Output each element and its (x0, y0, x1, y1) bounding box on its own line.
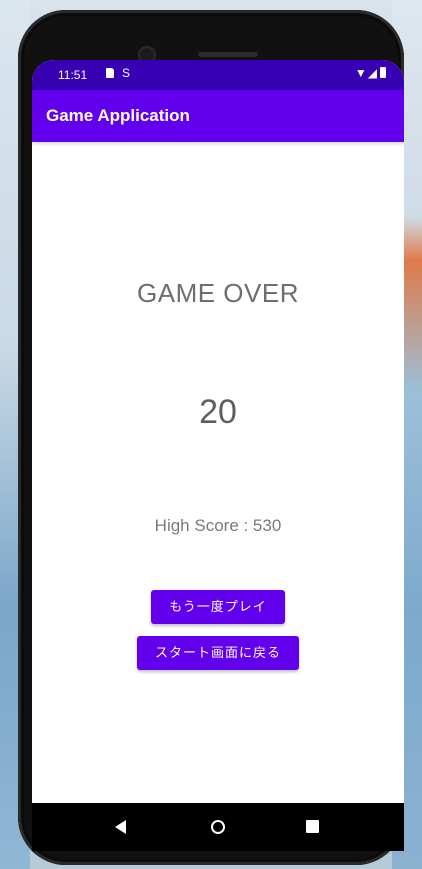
battery-icon (380, 67, 386, 78)
score-value: 20 (199, 393, 237, 431)
back-icon[interactable] (115, 820, 126, 834)
back-to-start-button[interactable]: スタート画面に戻る (137, 636, 299, 670)
sync-icon: S (122, 66, 131, 80)
status-right-icons: ▼◢ (355, 66, 386, 80)
game-over-label: GAME OVER (137, 278, 299, 308)
replay-button[interactable]: もう一度プレイ (151, 590, 285, 624)
system-nav-bar (32, 803, 404, 851)
status-bar: 11:51 S ▼◢ (32, 60, 404, 90)
sd-card-icon (106, 68, 114, 78)
app-bar: Game Application (32, 90, 404, 142)
speaker-grille (198, 52, 258, 57)
signal-icon: ▼◢ (354, 66, 378, 80)
status-time: 11:51 (58, 68, 88, 82)
high-score-label: High Score : 530 (154, 516, 282, 535)
app-screen: 11:51 S ▼◢ Game Application GAME OVER 20… (32, 60, 404, 803)
home-icon[interactable] (211, 820, 225, 834)
recents-icon[interactable] (306, 820, 319, 833)
app-title: Game Application (46, 106, 190, 125)
